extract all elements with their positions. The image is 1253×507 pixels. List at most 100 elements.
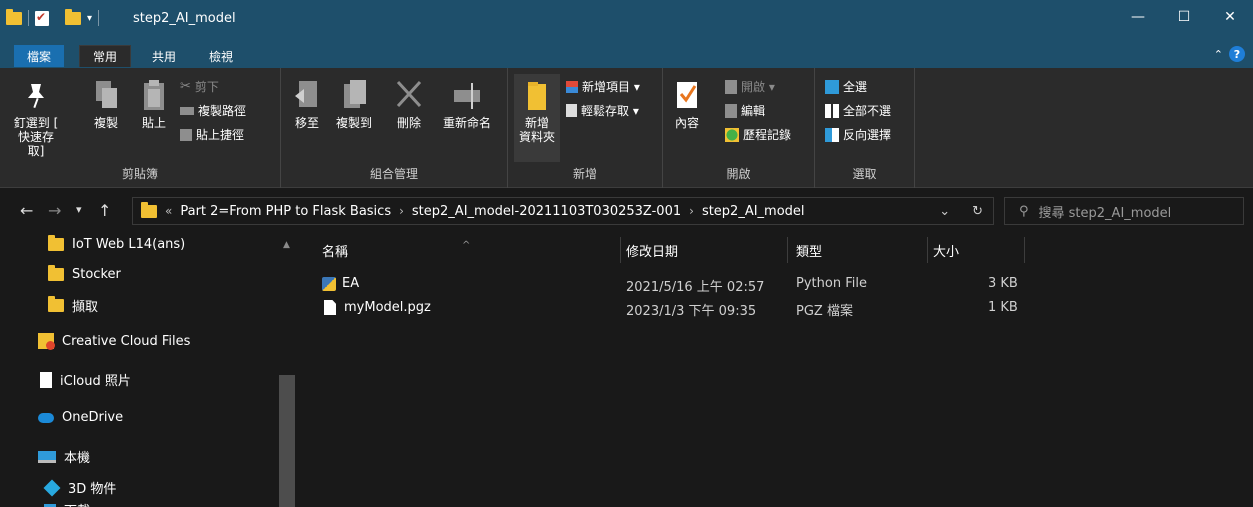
paste-label: 貼上 — [141, 116, 166, 130]
recent-locations-icon[interactable]: ▾ — [76, 203, 82, 216]
move-to-button[interactable]: 移至 — [289, 78, 325, 130]
pin-to-quick-access-button[interactable]: 釘選到 [ 快速存取] — [10, 78, 62, 158]
copy-to-icon — [344, 80, 366, 108]
maximize-button[interactable]: ☐ — [1161, 0, 1207, 34]
rename-icon — [454, 83, 480, 109]
sort-caret-icon: ^ — [462, 240, 471, 251]
file-row[interactable]: myModel.pgz 2023/1/3 下午 09:35 PGZ 檔案 1 K… — [300, 297, 1253, 319]
nav-item-3d-objects[interactable]: 3D 物件 — [43, 478, 116, 497]
tab-view[interactable]: 檢視 — [198, 45, 244, 67]
minimize-button[interactable]: — — [1115, 0, 1161, 34]
nav-scrollbar-thumb[interactable] — [279, 375, 295, 507]
properties-label: 內容 — [674, 116, 699, 130]
column-divider[interactable] — [787, 237, 788, 263]
new-folder-icon[interactable] — [65, 8, 81, 25]
customize-dropdown-icon[interactable]: ▾ — [87, 13, 92, 24]
nav-item-stocker[interactable]: Stocker — [48, 265, 121, 282]
nav-item-capture[interactable]: 擷取 — [48, 296, 98, 315]
select-group: 全選 全部不選 反向選擇 選取 — [815, 68, 915, 188]
copy-to-label: 複製到 — [335, 116, 372, 130]
forward-arrow-icon[interactable]: → — [48, 201, 61, 220]
copy-label: 複製 — [93, 116, 118, 130]
paste-shortcut-button[interactable]: 貼上捷徑 — [180, 126, 244, 143]
address-bar[interactable]: « Part 2=From PHP to Flask Basics › step… — [132, 197, 994, 225]
column-divider[interactable] — [620, 237, 621, 263]
back-arrow-icon[interactable]: ← — [20, 201, 33, 220]
breadcrumb-overflow[interactable]: « — [165, 204, 172, 218]
folder-icon — [48, 296, 64, 312]
new-group: 新增 資料夾 新增項目 ▾ 輕鬆存取 ▾ 新增 — [508, 68, 663, 188]
file-size: 3 KB — [988, 276, 1018, 291]
open-label: 開啟 ▾ — [741, 80, 775, 94]
nav-item-creative-cloud[interactable]: Creative Cloud Files — [38, 333, 190, 350]
history-icon — [725, 127, 739, 142]
nav-item-downloads[interactable]: 下載 — [44, 500, 90, 507]
invert-selection-label: 反向選擇 — [843, 128, 892, 142]
column-header-size[interactable]: 大小 — [933, 241, 959, 260]
edit-button[interactable]: 編輯 — [725, 102, 765, 119]
nav-item-icloud-photos[interactable]: iCloud 照片 — [40, 370, 131, 389]
edit-icon — [725, 103, 737, 118]
copy-button[interactable]: 複製 — [88, 78, 124, 130]
column-header-modified[interactable]: 修改日期 — [626, 241, 678, 260]
paste-button[interactable]: 貼上 — [136, 78, 172, 130]
3d-objects-icon — [43, 479, 61, 496]
invert-selection-icon — [825, 127, 839, 142]
pin-label-line1: 釘選到 [ — [13, 116, 59, 130]
delete-label: 刪除 — [396, 116, 421, 130]
copy-path-button[interactable]: 複製路徑 — [180, 102, 246, 119]
easy-access-icon — [566, 104, 577, 117]
column-header-name[interactable]: 名稱 ^ — [322, 240, 470, 260]
new-folder-button[interactable]: 新增 資料夾 — [514, 74, 560, 162]
breadcrumb-chevron-icon[interactable]: › — [399, 204, 404, 218]
column-divider[interactable] — [927, 237, 928, 263]
icloud-photos-icon — [40, 371, 52, 388]
properties-icon[interactable] — [35, 10, 49, 26]
easy-access-button[interactable]: 輕鬆存取 ▾ — [566, 102, 639, 119]
help-icon[interactable]: ? — [1229, 46, 1245, 62]
breadcrumb-segment[interactable]: step2_AI_model-20211103T030253Z-001 — [412, 204, 681, 219]
refresh-icon[interactable]: ↻ — [972, 204, 983, 219]
tab-file[interactable]: 檔案 — [14, 45, 64, 67]
address-dropdown-icon[interactable]: ⌄ — [939, 204, 950, 219]
select-none-button[interactable]: 全部不選 — [825, 102, 891, 119]
scroll-up-icon[interactable]: ▲ — [283, 240, 290, 250]
breadcrumb-segment[interactable]: Part 2=From PHP to Flask Basics — [180, 204, 391, 219]
python-file-icon — [322, 276, 336, 291]
ribbon: 釘選到 [ 快速存取] 複製 貼上 ✂ 剪下 複製路徑 貼上捷徑 剪貼簿 移至 … — [0, 68, 1253, 188]
separator — [98, 10, 100, 26]
close-button[interactable]: ✕ — [1207, 0, 1253, 34]
copy-to-button[interactable]: 複製到 — [331, 78, 377, 130]
breadcrumb-segment[interactable]: step2_AI_model — [702, 204, 805, 219]
rename-label: 重新命名 — [442, 116, 491, 130]
nav-item-iot-web[interactable]: IoT Web L14(ans) — [48, 235, 185, 252]
select-all-icon — [825, 79, 839, 94]
new-item-button[interactable]: 新增項目 ▾ — [566, 78, 640, 95]
file-name: myModel.pgz — [344, 300, 431, 315]
collapse-ribbon-icon[interactable]: ⌃ — [1214, 48, 1223, 61]
column-header-type[interactable]: 類型 — [796, 241, 822, 260]
nav-item-this-pc[interactable]: 本機 — [38, 447, 90, 466]
history-button[interactable]: 歷程記錄 — [725, 126, 791, 143]
search-box[interactable]: ⚲ 搜尋 step2_AI_model — [1004, 197, 1244, 225]
cut-button[interactable]: ✂ 剪下 — [180, 78, 219, 95]
breadcrumb-chevron-icon[interactable]: › — [689, 204, 694, 218]
creative-cloud-icon — [38, 333, 55, 350]
select-all-button[interactable]: 全選 — [825, 78, 867, 95]
delete-button[interactable]: 刪除 — [391, 78, 427, 130]
nav-item-onedrive[interactable]: OneDrive — [38, 410, 123, 425]
tab-share[interactable]: 共用 — [141, 45, 187, 67]
up-arrow-icon[interactable]: ↑ — [98, 201, 111, 220]
search-placeholder: 搜尋 step2_AI_model — [1038, 205, 1172, 221]
properties-button[interactable]: 內容 — [669, 78, 705, 130]
separator — [28, 10, 29, 26]
file-type: PGZ 檔案 — [796, 304, 853, 319]
invert-selection-button[interactable]: 反向選擇 — [825, 126, 891, 143]
open-button[interactable]: 開啟 ▾ — [725, 78, 775, 95]
pin-icon — [28, 84, 44, 109]
copy-path-icon — [180, 106, 194, 115]
column-divider[interactable] — [1024, 237, 1025, 263]
tab-home[interactable]: 常用 — [79, 45, 131, 67]
rename-button[interactable]: 重新命名 — [436, 78, 498, 130]
file-row[interactable]: EA 2021/5/16 上午 02:57 Python File 3 KB — [300, 273, 1253, 295]
